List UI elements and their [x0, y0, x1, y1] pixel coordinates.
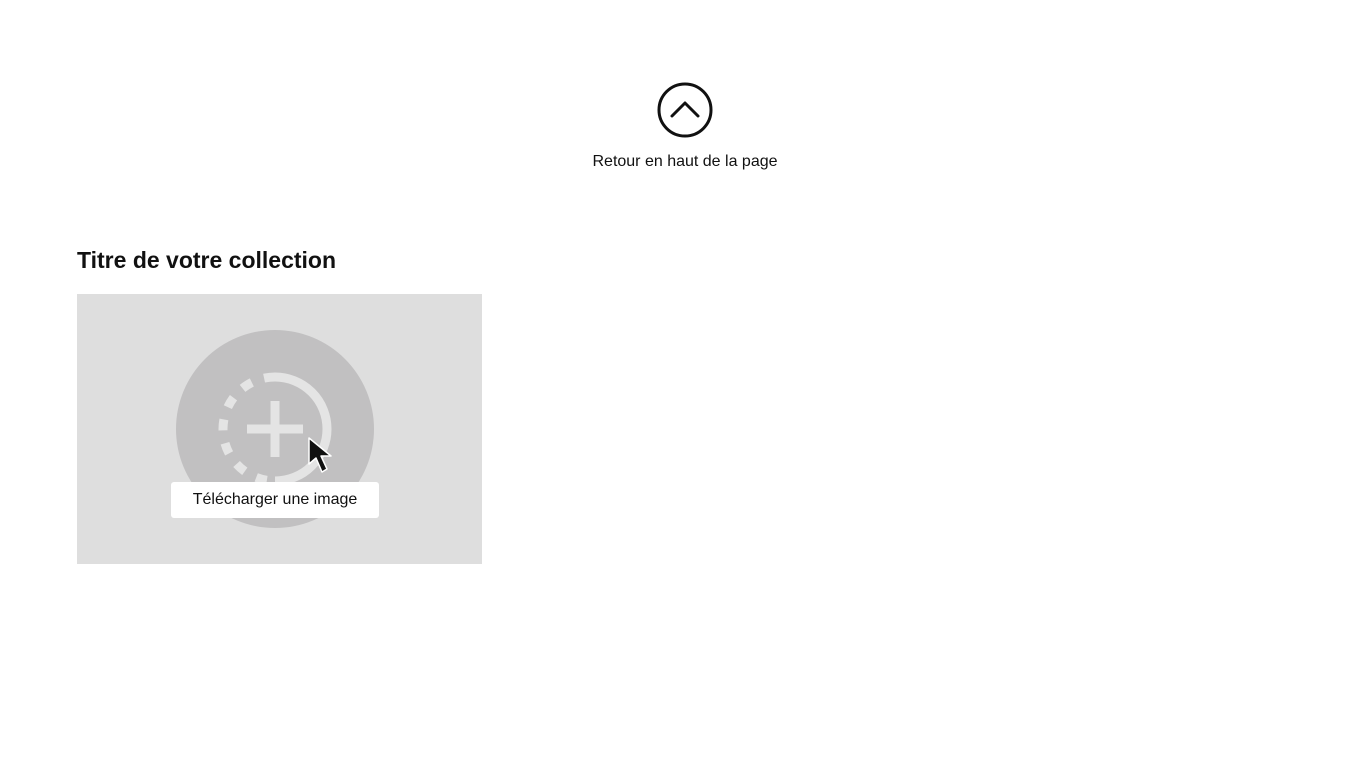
chevron-up-circle-icon[interactable]: [657, 82, 713, 138]
back-to-top-link[interactable]: Retour en haut de la page: [0, 82, 1366, 172]
collection-title: Titre de votre collection: [77, 247, 337, 273]
upload-image-button[interactable]: Télécharger une image: [171, 482, 379, 518]
image-upload-card[interactable]: Télécharger une image: [77, 294, 482, 564]
back-to-top-label[interactable]: Retour en haut de la page: [592, 152, 777, 172]
